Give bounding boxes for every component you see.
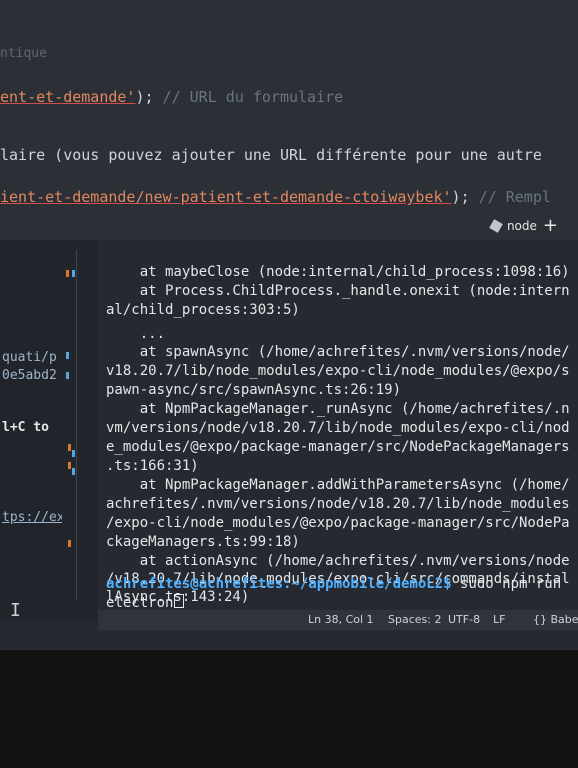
terminal-gutter <box>62 240 98 620</box>
side-panel-item[interactable]: quati/p <box>2 350 57 365</box>
code-string: ent-et-demande' <box>0 88 136 106</box>
code-punct: ); <box>135 88 154 106</box>
gutter-marker <box>68 540 71 547</box>
gutter-marker <box>66 372 69 379</box>
terminal-prompt-area[interactable]: achrefites@achrefites:~/appmobile/demoL2… <box>98 572 578 612</box>
terminal-line: al/child_process:303:5) <box>106 302 300 318</box>
gutter-marker <box>72 450 75 457</box>
text-cursor-icon: I <box>10 600 21 620</box>
status-eol[interactable]: LF <box>493 613 505 626</box>
gutter-marker <box>68 462 71 469</box>
terminal-tab-label: node <box>506 219 537 233</box>
terminal-cursor-icon <box>174 594 185 608</box>
gutter-marker <box>72 270 75 277</box>
terminal-line: at maybeClose (node:internal/child_proce… <box>106 264 570 280</box>
terminal-prompt: achrefites@achrefites:~/appmobile/demoL2… <box>106 576 452 592</box>
code-punct: ); <box>451 188 470 206</box>
terminal-line: .ts:166:31) <box>106 458 199 474</box>
terminal-cube-icon <box>489 219 503 233</box>
code-line-second-url: ient-et-demande/new-patient-et-demande-c… <box>0 188 551 206</box>
gutter-marker <box>68 444 71 451</box>
gutter-divider <box>76 250 77 600</box>
code-line-comment: laire (vous pouvez ajouter une URL diffé… <box>0 146 542 164</box>
code-line-top: ntique <box>0 46 47 61</box>
terminal-line: at actionAsync (/home/achrefites/.nvm/ve… <box>106 553 570 569</box>
code-editor[interactable]: ntique ent-et-demande'); // URL du formu… <box>0 0 578 240</box>
new-terminal-button[interactable]: + <box>543 217 558 235</box>
side-panel-link[interactable]: tps://exp <box>2 510 62 525</box>
code-string: ient-et-demande/new-patient-et-demande-c… <box>0 188 452 206</box>
status-cursor-position[interactable]: Ln 38, Col 1 <box>308 613 374 626</box>
terminal-line: ... <box>106 326 166 342</box>
terminal-prompt-line: achrefites@achrefites:~/appmobile/demoL2… <box>106 576 561 592</box>
gutter-marker <box>72 468 75 475</box>
terminal-line: vm/versions/node/v18.20.7/lib/node_modul… <box>106 420 570 436</box>
side-panel-item[interactable]: 0e5abd2 <box>2 368 57 383</box>
terminal-command: sudo npm run <box>451 576 562 592</box>
gutter-marker <box>66 270 69 277</box>
terminal-line: at Process.ChildProcess._handle.onexit (… <box>106 283 570 299</box>
terminal-line: pawn-async/src/spawnAsync.ts:26:19) <box>106 382 402 398</box>
terminal-line: v18.20.7/lib/node_modules/expo-cli/node_… <box>106 363 570 379</box>
terminal-command-cont[interactable]: electron <box>106 594 185 611</box>
code-comment: // Rempl <box>469 188 551 206</box>
terminal-line: at NpmPackageManager._runAsync (/home/ac… <box>106 401 570 417</box>
terminal-line: achrefites/.nvm/versions/node/v18.20.7/l… <box>106 496 570 512</box>
terminal-command-text: electron <box>106 595 174 611</box>
code-line-url: ent-et-demande'); // URL du formulaire <box>0 88 343 106</box>
terminal-header: node + <box>0 214 578 241</box>
status-encoding[interactable]: UTF-8 <box>448 613 480 626</box>
side-panel: quati/p 0e5abd2 l+C to tps://exp I <box>0 240 62 620</box>
terminal-line: ckageManagers.ts:99:18) <box>106 534 300 550</box>
monitor-bezel <box>0 650 578 768</box>
screen: ntique ent-et-demande'); // URL du formu… <box>0 0 578 650</box>
status-language-mode[interactable]: {} Babe <box>533 613 578 626</box>
code-comment: // URL du formulaire <box>153 88 344 106</box>
side-panel-item: l+C to <box>2 420 49 435</box>
terminal-line: at spawnAsync (/home/achrefites/.nvm/ver… <box>106 344 570 360</box>
terminal-line: at NpmPackageManager.addWithParametersAs… <box>106 477 570 493</box>
terminal-line: e_modules/@expo/package-manager/src/Node… <box>106 439 570 455</box>
terminal-tab-node[interactable]: node + <box>489 217 558 235</box>
terminal-line: /expo-cli/node_modules/@expo/package-man… <box>106 515 570 531</box>
status-indentation[interactable]: Spaces: 2 <box>388 613 441 626</box>
gutter-marker <box>66 352 69 359</box>
status-bar: Ln 38, Col 1 Spaces: 2 UTF-8 LF {} Babe <box>98 610 578 630</box>
terminal-output[interactable]: at maybeClose (node:internal/child_proce… <box>98 240 578 610</box>
